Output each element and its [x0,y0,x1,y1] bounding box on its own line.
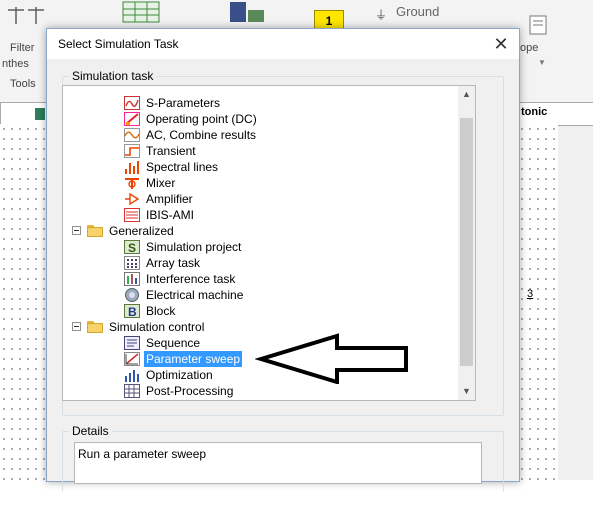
post-processing-icon [124,384,140,398]
svg-text:B: B [128,305,137,318]
details-box: Run a parameter sweep [74,442,482,484]
array-task-icon [124,256,140,270]
tree-item-simulation-project[interactable]: S Simulation project [63,239,458,255]
select-simulation-task-dialog: Select Simulation Task ✕ Simulation task… [46,28,520,492]
ground-label[interactable]: Ground [396,4,439,19]
tree-item-label: Spectral lines [146,160,219,174]
ribbon-label-synthesis[interactable]: nthes [2,58,29,70]
tab-left[interactable] [0,102,48,126]
sequence-icon [124,336,140,350]
mixer-icon [124,176,140,190]
tree-item-label: Block [146,304,176,318]
svg-text:S: S [128,241,136,254]
canvas-left[interactable] [0,124,46,480]
collapse-toggle-icon[interactable] [72,226,81,235]
close-icon: ✕ [493,34,509,54]
canvas-right[interactable] [518,124,558,480]
collapse-toggle-icon[interactable] [72,322,81,331]
folder-icon [87,321,103,333]
tree-item-ibis-ami[interactable]: IBIS-AMI [63,207,458,223]
tree-item-electrical-machine[interactable]: Electrical machine [63,287,458,303]
ribbon-dropdown-icon[interactable]: ▼ [538,58,546,67]
tree-item-label: Array task [146,256,201,270]
canvas-marker-label: 3 [527,288,534,300]
ribbon-label-filter[interactable]: Filter [10,42,34,54]
electrical-machine-icon [124,288,140,302]
tree-item-mixer[interactable]: Mixer [63,175,458,191]
tree-item-interference-task[interactable]: Interference task [63,271,458,287]
ground-icon: ⏚ [375,8,388,22]
tab-right[interactable]: tonic [518,102,593,126]
tree-item-label: Post-Processing [146,384,234,398]
tree-item-transient[interactable]: Transient [63,143,458,159]
dialog-title: Select Simulation Task [58,37,179,51]
tree-item-block[interactable]: B Block [63,303,458,319]
tree-item-post-processing[interactable]: Post-Processing [63,383,458,399]
tree-item-amplifier[interactable]: Amplifier [63,191,458,207]
properties-icon[interactable] [528,14,550,36]
tree-item-generalized[interactable]: Generalized [63,223,458,239]
scroll-down-button[interactable]: ▼ [458,383,475,400]
tree-item-label: Simulation control [109,320,205,334]
tree-item-label: Amplifier [146,192,193,206]
tab-icon [35,108,45,120]
tree-item-label: Parameter sweep [144,351,243,367]
tree-item-label: Simulation project [146,240,242,254]
tree-item-s-parameters[interactable]: S-Parameters [63,95,458,111]
tree-item-array-task[interactable]: Array task [63,255,458,271]
details-group-label: Details [69,424,112,438]
component-tool-icon[interactable] [228,0,268,26]
ribbon-label-tools[interactable]: Tools [10,78,36,90]
simulation-project-icon: S [124,240,140,255]
parameter-sweep-icon [124,352,140,366]
tree-item-operating-point-dc[interactable]: Operating point (DC) [63,111,458,127]
tree-vertical-scrollbar[interactable]: ▲ ▼ [458,86,475,400]
transient-icon [124,144,140,158]
tree-item-label: Generalized [109,224,174,238]
tree-item-label: AC, Combine results [146,128,257,142]
s-parameters-icon [124,96,140,110]
tree-item-label: Interference task [146,272,236,286]
interference-task-icon [124,272,140,286]
tree-item-label: Mixer [146,176,176,190]
ibis-ami-icon [124,208,140,222]
spectral-lines-icon [124,160,140,174]
ac-icon [124,128,140,142]
align-icon[interactable] [6,6,46,26]
dialog-titlebar[interactable]: Select Simulation Task ✕ [47,29,519,59]
optimization-icon [124,368,140,382]
tree-item-label: Electrical machine [146,288,244,302]
tree-item-label: Operating point (DC) [146,112,257,126]
scroll-up-button[interactable]: ▲ [458,86,475,103]
annotation-arrow [255,333,408,384]
tree-item-label: IBIS-AMI [146,208,195,222]
scroll-thumb[interactable] [460,118,473,366]
tree-item-ac-combine-results[interactable]: AC, Combine results [63,127,458,143]
block-icon: B [124,304,140,319]
ribbon-label-properties[interactable]: ope [520,42,538,54]
operating-point-icon [124,112,140,126]
tree-item-spectral-lines[interactable]: Spectral lines [63,159,458,175]
simulation-task-group-label: Simulation task [69,69,157,83]
folder-icon [87,225,103,237]
tree-item-label: Transient [146,144,196,158]
amplifier-icon [124,192,140,206]
grid-tool-icon[interactable] [120,0,162,26]
tab-right-label: tonic [521,106,548,118]
tree-item-label: S-Parameters [146,96,221,110]
details-text: Run a parameter sweep [78,447,207,461]
close-button[interactable]: ✕ [489,31,513,57]
tree-item-label: Optimization [146,368,213,382]
tree-item-label: Sequence [146,336,201,350]
